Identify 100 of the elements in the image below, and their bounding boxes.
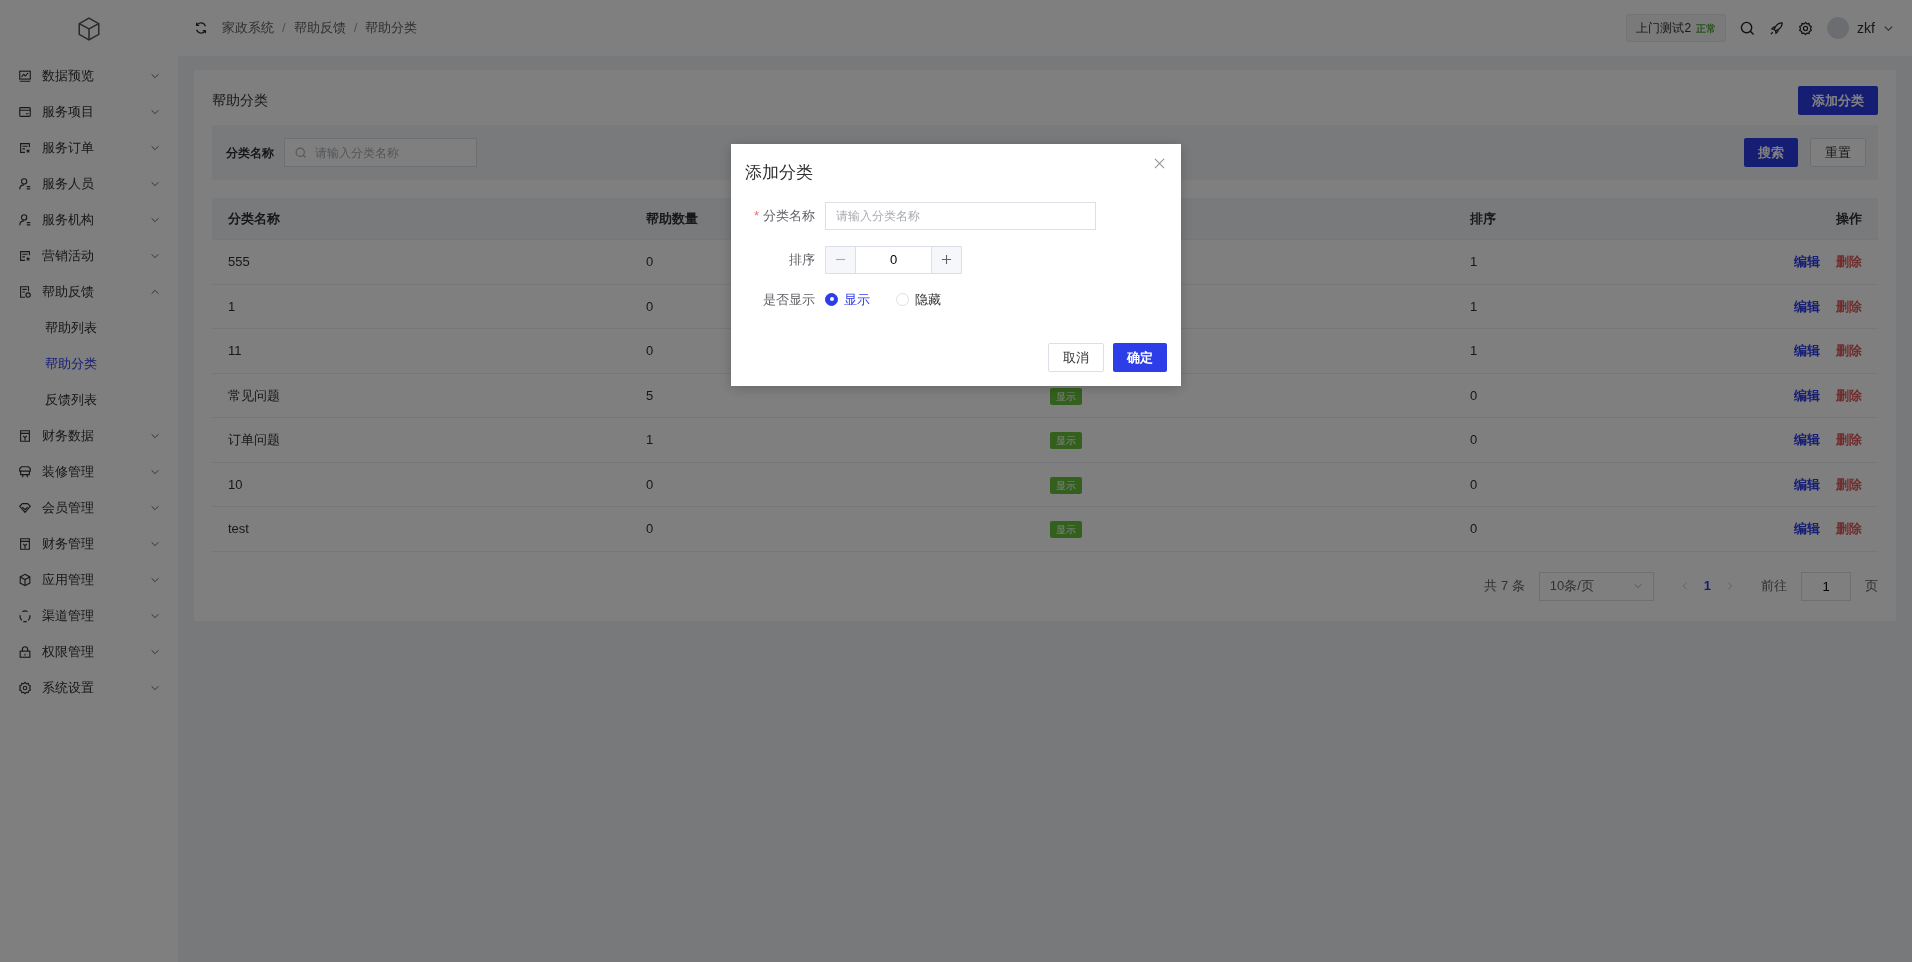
table-cell: 0 [646, 298, 654, 314]
sidebar-item[interactable]: 财务管理 [0, 526, 178, 562]
search-icon[interactable] [1740, 20, 1756, 36]
diamond-icon [18, 501, 32, 515]
status-tag: 显示 [1050, 521, 1082, 538]
edit-link[interactable]: 编辑 [1794, 252, 1820, 272]
card-icon [18, 105, 32, 119]
increment-button[interactable] [932, 246, 961, 273]
refresh-icon[interactable] [194, 21, 208, 35]
delete-link[interactable]: 删除 [1836, 341, 1862, 361]
radio-label[interactable]: 显示 [844, 289, 870, 309]
page-unit-label: 页 [1865, 577, 1878, 596]
submenu-item[interactable]: 帮助列表 [0, 310, 178, 346]
chevron-down-icon [150, 143, 160, 153]
table-cell: 订单问题 [228, 432, 280, 447]
table-cell: 1 [1470, 298, 1478, 314]
shop-icon [18, 465, 32, 479]
chevron-down-icon [150, 107, 160, 117]
sidebar-item[interactable]: 帮助反馈 [0, 274, 178, 310]
sidebar-item[interactable]: 应用管理 [0, 562, 178, 598]
search-button[interactable]: 搜索 [1744, 138, 1798, 167]
chevron-down-icon [150, 539, 160, 549]
sidebar-item[interactable]: 服务订单 [0, 130, 178, 166]
table-cell: 0 [1470, 521, 1478, 536]
name-input-field[interactable]: 请输入分类名称 [825, 201, 1096, 230]
settings-icon [18, 681, 32, 695]
submenu-item[interactable]: 反馈列表 [0, 382, 178, 418]
edit-link[interactable]: 编辑 [1794, 430, 1820, 450]
filter-label: 分类名称 [226, 144, 274, 162]
total-count: 共 7 条 [1484, 577, 1525, 596]
delete-link[interactable]: 删除 [1836, 252, 1862, 272]
breadcrumb-item[interactable]: 帮助分类 [365, 18, 418, 38]
table-cell: 0 [1470, 432, 1478, 447]
goto-label: 前往 [1761, 577, 1787, 596]
cancel-button[interactable]: 取消 [1048, 343, 1104, 372]
chart-icon [18, 69, 32, 83]
table-cell: 1 [646, 432, 654, 447]
breadcrumb-item[interactable]: 家政系统 [222, 18, 274, 38]
user-name[interactable]: zkf [1857, 17, 1875, 39]
chevron-up-icon [150, 287, 160, 297]
field-label: 是否显示 [763, 290, 815, 309]
add-category-button[interactable]: 添加分类 [1798, 86, 1878, 115]
sidebar-item[interactable]: 营销活动 [0, 238, 178, 274]
edit-link[interactable]: 编辑 [1794, 519, 1820, 539]
table-cell: 0 [646, 521, 654, 536]
status-tag: 显示 [1050, 387, 1082, 405]
sidebar-item[interactable]: 服务项目 [0, 94, 178, 130]
rocket-icon[interactable] [1769, 20, 1785, 36]
edit-link[interactable]: 编辑 [1794, 341, 1820, 361]
sidebar-item[interactable]: 会员管理 [0, 490, 178, 526]
settings-icon[interactable] [1798, 20, 1814, 36]
delete-link[interactable]: 删除 [1836, 519, 1862, 539]
chevron-down-icon [150, 71, 160, 81]
table-cell: 0 [646, 254, 654, 269]
field-label: 分类名称 [763, 206, 815, 225]
sidebar-item[interactable]: 财务数据 [0, 418, 178, 454]
edit-link[interactable]: 编辑 [1794, 385, 1820, 405]
close-icon[interactable] [1154, 158, 1165, 169]
number-input-field[interactable]: 0 [855, 246, 932, 273]
sidebar-item[interactable]: 系统设置 [0, 670, 178, 706]
chevron-down-icon [150, 251, 160, 261]
store-tag[interactable]: 上门测试2 正常 [1626, 14, 1727, 42]
table-cell: 常见问题 [228, 387, 280, 403]
dialog-title: 添加分类 [745, 162, 813, 184]
sidebar-item[interactable]: 服务机构 [0, 202, 178, 238]
table-cell: 0 [646, 343, 654, 358]
table-cell: 11 [228, 343, 242, 358]
edit-link[interactable]: 编辑 [1794, 474, 1820, 494]
table-cell: 555 [228, 254, 250, 269]
person-icon [18, 177, 32, 191]
delete-link[interactable]: 删除 [1836, 474, 1862, 494]
delete-link[interactable]: 删除 [1836, 430, 1862, 450]
sidebar-item[interactable]: 权限管理 [0, 634, 178, 670]
page-input[interactable]: 1 [1801, 571, 1851, 601]
edit-link[interactable]: 编辑 [1794, 296, 1820, 316]
receipt-icon [18, 537, 32, 551]
page-size-select[interactable]: 10条/页 [1538, 571, 1654, 601]
number-stepper[interactable]: 0 [825, 245, 962, 274]
breadcrumb-separator: / [353, 19, 358, 38]
column-header: 排序 [1470, 210, 1496, 226]
reset-button[interactable]: 重置 [1810, 138, 1866, 167]
page-number[interactable]: 1 [1703, 576, 1711, 596]
delete-link[interactable]: 删除 [1836, 296, 1862, 316]
sidebar-item[interactable]: 装修管理 [0, 454, 178, 490]
radio-label[interactable]: 隐藏 [915, 289, 941, 309]
submenu-item[interactable]: 帮助分类 [0, 346, 178, 382]
sidebar-item[interactable]: 服务人员 [0, 166, 178, 202]
table-cell: 0 [1470, 476, 1478, 492]
breadcrumb-item[interactable]: 帮助反馈 [293, 18, 346, 38]
breadcrumb-separator: / [282, 19, 286, 38]
order-icon [18, 141, 32, 155]
plus-icon [941, 254, 952, 265]
sidebar-item[interactable]: 渠道管理 [0, 598, 178, 634]
chevron-down-icon [150, 215, 160, 225]
status-tag: 显示 [1050, 476, 1082, 494]
delete-link[interactable]: 删除 [1836, 385, 1862, 405]
sidebar-item[interactable]: 数据预览 [0, 58, 178, 94]
radio-button[interactable] [825, 292, 838, 306]
table-cell: 0 [646, 476, 654, 492]
confirm-button[interactable]: 确定 [1113, 343, 1167, 372]
